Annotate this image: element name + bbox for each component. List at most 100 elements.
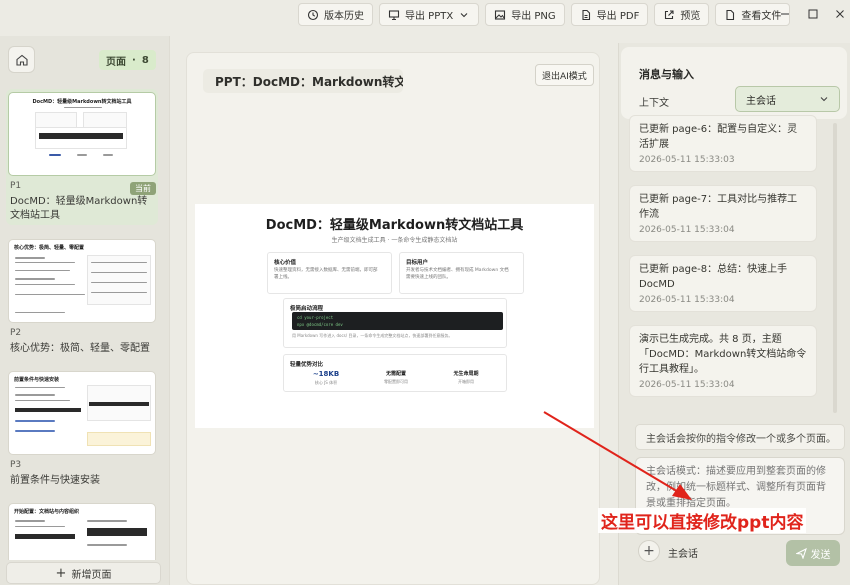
message-text: 已更新 page-7：工具对比与推荐工作流 <box>639 194 798 220</box>
thumb-title-4: 开始配置：文档站与内容组织 <box>14 509 80 515</box>
slide-card-target-users: 目标用户 开发者与技术文档编者、拥有现成 Markdown 文档需要快速上线的团… <box>399 252 524 294</box>
minimize-icon <box>781 13 789 15</box>
code-line: cd your-project <box>297 315 334 320</box>
maximize-window-button[interactable] <box>799 0 827 28</box>
mode-hint: 主会话会按你的指令修改一个或多个页面。 <box>635 424 845 450</box>
export-pdf-button[interactable]: 导出 PDF <box>570 3 649 26</box>
stat-value: ~18KB <box>312 370 340 378</box>
slide-subtitle: 生产级文档生成工具 · 一条命令生成静态文档站 <box>331 237 458 244</box>
close-icon <box>836 10 844 18</box>
monitor-icon <box>388 9 400 20</box>
slide-editor: PPT：DocMD：Markdown转文... 退出AI模式 DocMD：轻量级… <box>186 52 600 585</box>
document-icon <box>582 9 590 20</box>
home-button[interactable] <box>8 46 35 73</box>
export-png-button[interactable]: 导出 PNG <box>485 3 565 26</box>
card-heading: 目标用户 <box>406 260 429 266</box>
session-mode-label: 主会话 <box>668 549 698 560</box>
context-select[interactable]: 主会话 <box>735 86 840 112</box>
page-number-1: P1 <box>10 181 22 191</box>
context-label: 上下文 <box>639 98 669 109</box>
page-title-1: DocMD：轻量级Markdown转文档站工具 <box>10 196 148 221</box>
preview-button[interactable]: 预览 <box>654 3 710 26</box>
current-page-badge: 当前 <box>130 182 156 195</box>
message-text: 已更新 page-6：配置与自定义：灵活扩展 <box>639 124 798 150</box>
slide-card-advantages: 轻量优势对比 ~18KB 核心 JS 体积 无需配置 零配置即可用 无生命周期 … <box>283 354 507 392</box>
message-item: 已更新 page-6：配置与自定义：灵活扩展 2026-05-11 15:33:… <box>629 115 817 172</box>
card-heading: 轻量优势对比 <box>290 362 324 368</box>
message-text: 已更新 page-8：总结：快速上手 DocMD <box>639 264 788 290</box>
attach-button[interactable]: + <box>638 540 660 562</box>
card-heading: 极简启动流程 <box>290 306 324 312</box>
page-number-3: P3 <box>10 460 22 470</box>
message-time: 2026-05-11 15:33:04 <box>639 295 735 305</box>
message-item: 已更新 page-7：工具对比与推荐工作流 2026-05-11 15:33:0… <box>629 185 817 242</box>
slide-card-core-value: 核心价值 快速整理资料，无需接入数据库、无需前端，即可部署上线。 <box>267 252 392 294</box>
chat-title: 消息与输入 <box>639 68 694 81</box>
send-label: 发送 <box>810 549 831 561</box>
chat-scrollbar[interactable] <box>833 123 837 413</box>
page-thumbnail-1: DocMD：轻量级Markdown转文档站工具 <box>8 92 156 176</box>
stat-size: ~18KB 核心 JS 体积 <box>296 370 356 386</box>
file-icon <box>726 9 735 20</box>
card-text: 快速整理资料，无需接入数据库、无需前端，即可部署上线。 <box>274 268 378 280</box>
add-page-button[interactable]: + 新增页面 <box>6 562 161 584</box>
stat-value: 无需配置 <box>385 371 406 377</box>
page-title-3: 前置条件与快速安装 <box>10 475 100 486</box>
maximize-icon <box>808 9 818 19</box>
image-icon <box>495 9 506 20</box>
export-pptx-button[interactable]: 导出 PPTX <box>379 3 480 26</box>
message-time: 2026-05-11 15:33:03 <box>639 155 735 165</box>
slide-canvas[interactable]: DocMD：轻量级Markdown转文档站工具 生产级文档生成工具 · 一条命令… <box>195 204 594 428</box>
close-window-button[interactable] <box>826 0 850 28</box>
card-text: 开发者与技术文档编者、拥有现成 Markdown 文档需要快速上线的团队。 <box>406 268 509 280</box>
stat-lifecycle: 无生命周期 开箱即用 <box>436 370 496 385</box>
external-link-icon <box>665 9 674 19</box>
export-pptx-label: 导出 PPTX <box>405 11 454 22</box>
card-heading: 核心价值 <box>274 260 297 266</box>
minimize-window-button[interactable] <box>771 0 799 28</box>
home-icon <box>15 54 28 66</box>
chat-header: 消息与输入 上下文 主会话 <box>621 47 847 119</box>
stat-value: 无生命周期 <box>453 371 479 377</box>
chat-panel: 消息与输入 上下文 主会话 已更新 page-6：配置与自定义：灵活扩展 202… <box>618 43 850 585</box>
code-line: npx @docmd/core dev <box>297 322 343 327</box>
chevron-down-icon <box>820 97 828 102</box>
page-card-2[interactable]: 核心优势：极简、轻量、零配置 P2 核心优势：极简、轻量、零配置 <box>6 236 158 360</box>
page-number-2: P2 <box>10 328 22 338</box>
plus-icon: + <box>55 565 67 581</box>
preview-label: 预览 <box>680 11 701 22</box>
code-block: cd your-project npx @docmd/core dev <box>292 312 503 330</box>
page-thumbnail-3: 前置条件与快速安装 <box>8 371 156 455</box>
stat-label: 零配置即可用 <box>384 379 408 384</box>
add-page-label: 新增页面 <box>71 569 112 581</box>
export-pdf-label: 导出 PDF <box>596 11 640 22</box>
exit-ai-mode-button[interactable]: 退出AI模式 <box>535 64 594 86</box>
export-png-label: 导出 PNG <box>511 11 556 22</box>
page-card-3[interactable]: 前置条件与快速安装 P3 前置条件与快速安装 <box>6 368 158 492</box>
context-value: 主会话 <box>746 95 776 107</box>
version-history-button[interactable]: 版本历史 <box>298 3 373 26</box>
page-thumbnail-2: 核心优势：极简、轻量、零配置 <box>8 239 156 323</box>
pages-label: 页面 <box>106 56 126 68</box>
page-sidebar: 页面 · 8 DocMD：轻量级Markdown转文档站工具 当前 P1 Doc… <box>0 36 170 585</box>
message-item: 已更新 page-8：总结：快速上手 DocMD 2026-05-11 15:3… <box>629 255 817 312</box>
send-button[interactable]: 发送 <box>786 540 840 566</box>
message-time: 2026-05-11 15:33:04 <box>639 225 735 235</box>
pages-count: 8 <box>141 54 149 66</box>
top-toolbar: 版本历史 导出 PPTX 导出 PNG 导出 PDF 预览 查看文件 <box>298 3 791 26</box>
message-text: 演示已生成完成。共 8 页，主题「DocMD：Markdown转文档站命令行工具… <box>639 334 807 375</box>
slide-title: DocMD：轻量级Markdown转文档站工具 <box>265 218 524 233</box>
send-icon <box>795 547 807 559</box>
pages-count-badge: 页面 · 8 <box>99 50 156 70</box>
page-card-1[interactable]: DocMD：轻量级Markdown转文档站工具 当前 P1 DocMD：轻量级M… <box>6 89 158 225</box>
page-card-4[interactable]: 开始配置：文档站与内容组织 <box>6 500 158 560</box>
thumb-title-2: 核心优势：极简、轻量、零配置 <box>14 245 85 251</box>
document-title: PPT：DocMD：Markdown转文... <box>203 69 403 93</box>
stat-config: 无需配置 零配置即可用 <box>366 370 426 385</box>
message-item: 演示已生成完成。共 8 页，主题「DocMD：Markdown转文档站命令行工具… <box>629 325 817 397</box>
code-note: 用 Markdown 写作进入 docs/ 目录，一条命令生成完整文档站点，快速… <box>292 333 453 338</box>
version-history-label: 版本历史 <box>324 11 364 22</box>
stat-label: 核心 JS 体积 <box>314 380 338 385</box>
thumb-title-1: DocMD：轻量级Markdown转文档站工具 <box>32 99 132 105</box>
slide-card-quickstart: 极简启动流程 cd your-project npx @docmd/core d… <box>283 298 507 348</box>
